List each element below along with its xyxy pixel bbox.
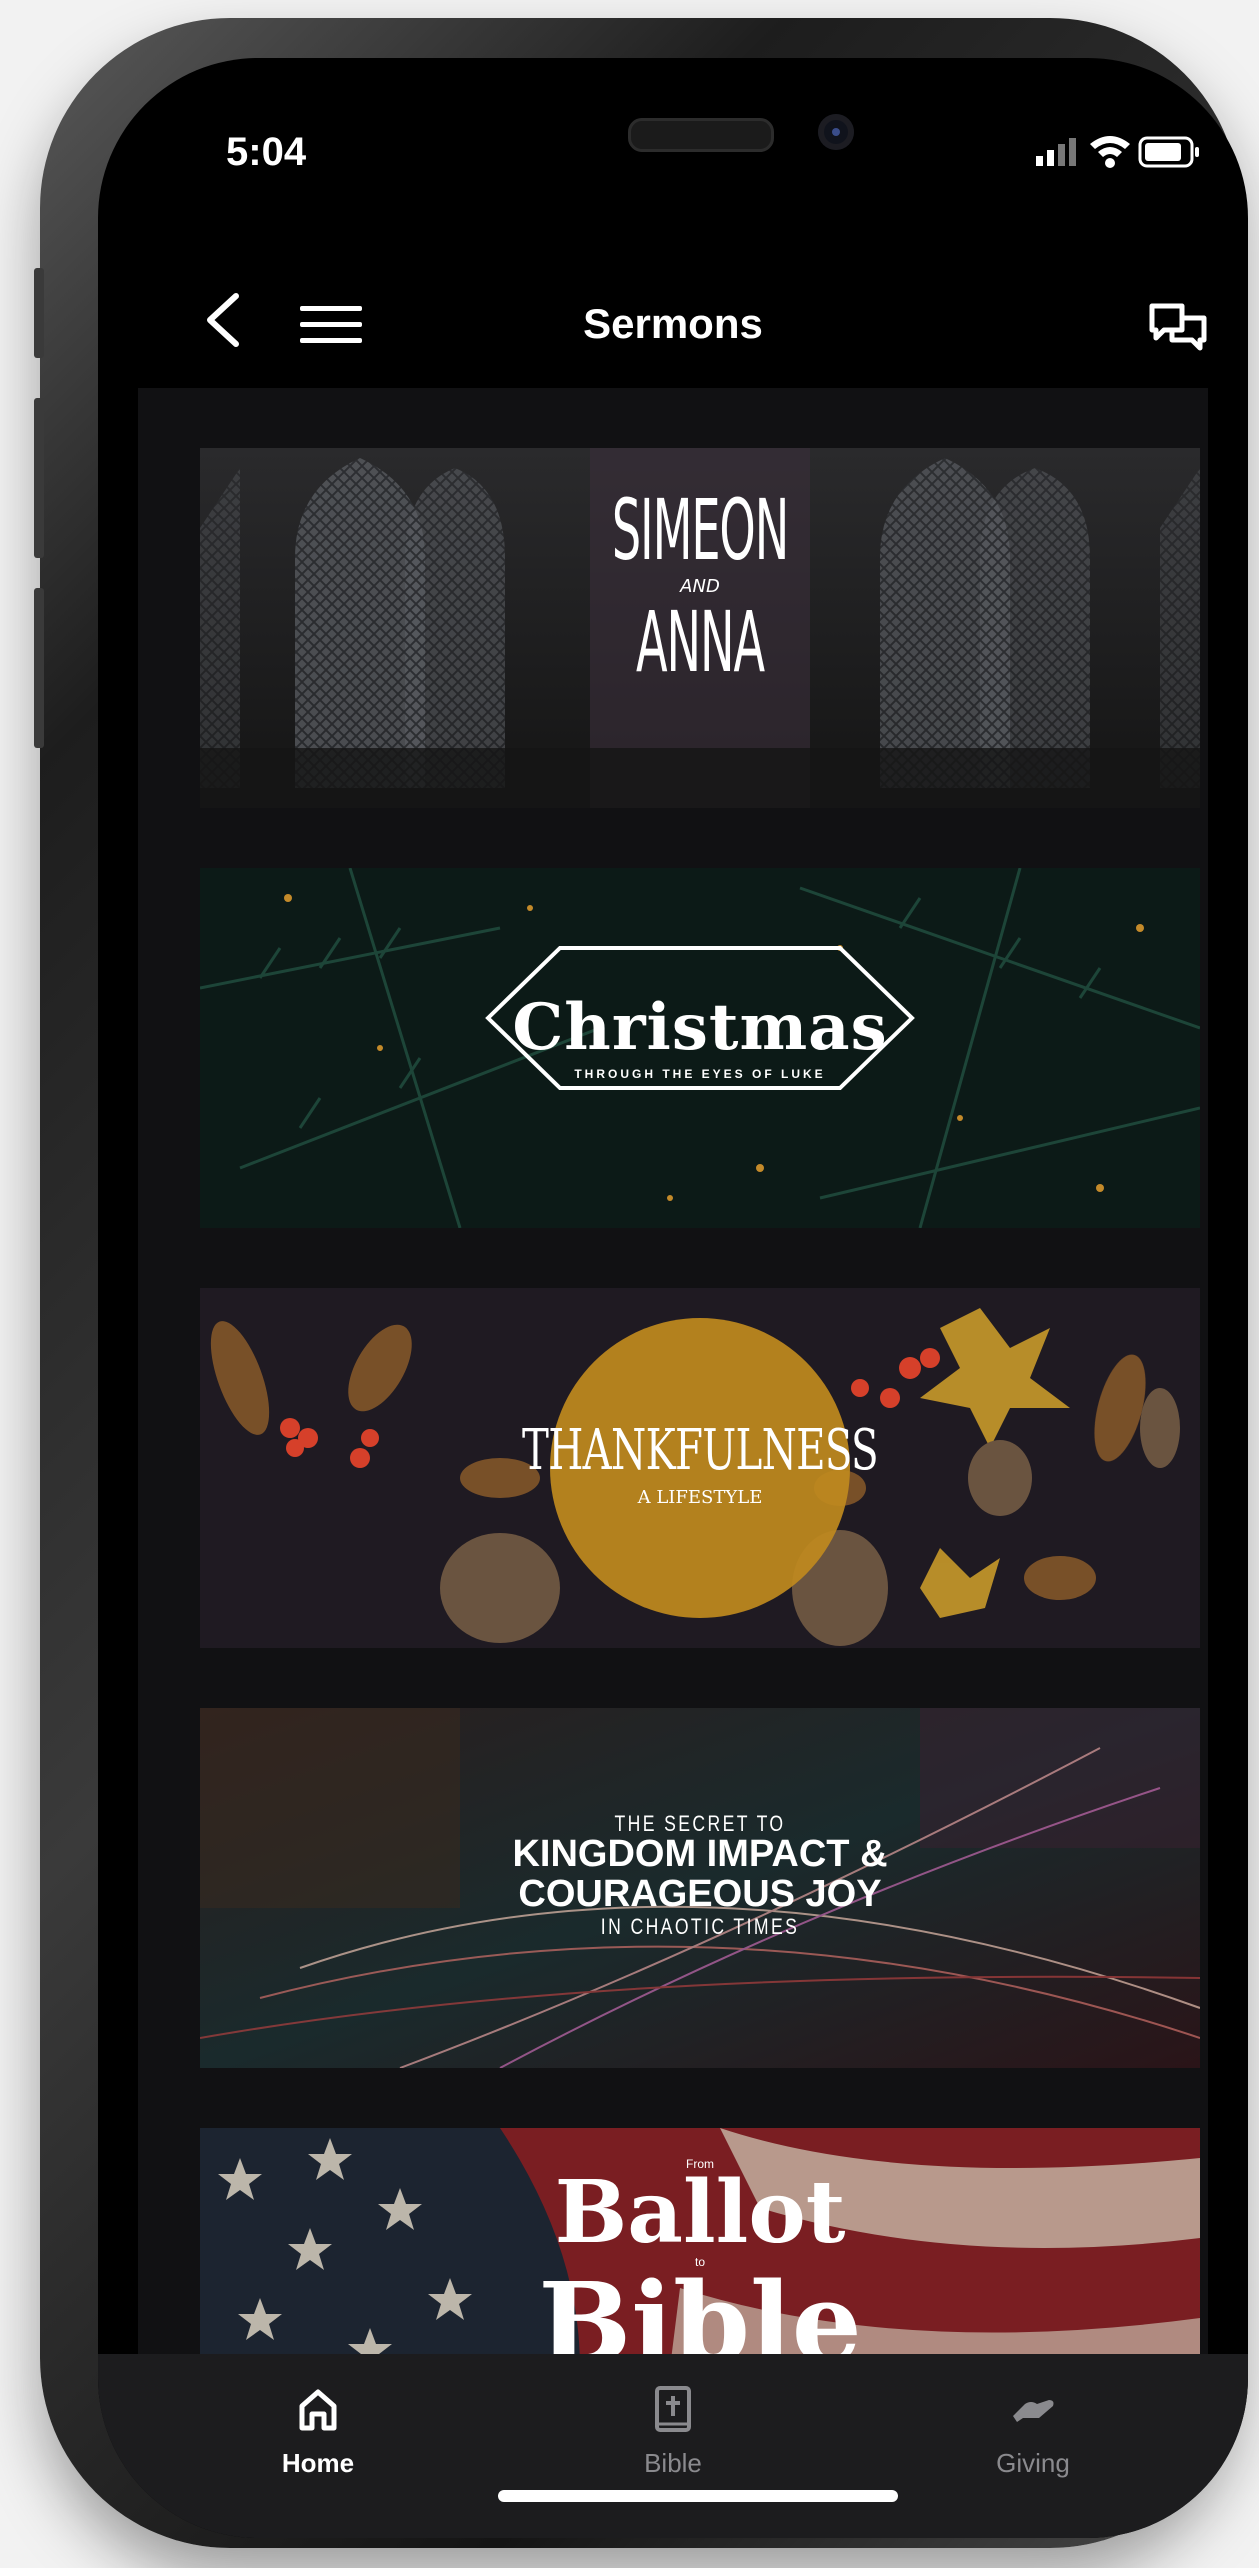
volume-down-button	[34, 588, 44, 748]
screen: 5:04 Sermons SIMEON AND ANNA Christmas T…	[98, 58, 1248, 2538]
sermon-title: Christmas THROUGH THE EYES OF LUKE	[512, 990, 888, 1081]
sermon-card-kingdom-impact[interactable]: THE SECRET TO KINGDOM IMPACT & COURAGEOU…	[200, 1708, 1200, 2068]
giving-icon	[1013, 2400, 1054, 2422]
sermon-title: THE SECRET TO KINGDOM IMPACT & COURAGEOU…	[512, 1811, 888, 1939]
tab-label: Giving	[996, 2448, 1070, 2478]
tab-bible[interactable]: Bible	[573, 2386, 773, 2479]
sermon-card-thankfulness[interactable]: THANKFULNESS A LIFESTYLE	[200, 1288, 1200, 1648]
tab-label: Home	[281, 2448, 355, 2478]
chat-icon[interactable]	[1148, 300, 1208, 356]
tab-home[interactable]: Home	[218, 2386, 418, 2479]
status-icons	[1036, 136, 1199, 168]
signal-icon	[1036, 138, 1076, 166]
volume-up-button	[34, 398, 44, 558]
sermon-title: THANKFULNESS A LIFESTYLE	[522, 1418, 879, 1508]
tab-bar: Home Bible Giving	[98, 2354, 1248, 2538]
sermon-card-simeon-anna[interactable]: SIMEON AND ANNA	[200, 448, 1200, 808]
page-title: Sermons	[583, 300, 763, 347]
sermon-title: SIMEON AND ANNA	[611, 481, 789, 691]
sermon-title: From Ballot to Bible	[538, 2157, 862, 2364]
earpiece-speaker	[628, 118, 774, 152]
battery-icon	[1138, 136, 1199, 168]
home-icon	[299, 2389, 337, 2431]
wifi-icon	[1090, 136, 1130, 168]
mute-switch	[34, 268, 44, 358]
tab-label: Bible	[644, 2448, 702, 2478]
phone-frame: 5:04 Sermons SIMEON AND ANNA Christmas T…	[34, 18, 1248, 2548]
sermon-list[interactable]: SIMEON AND ANNA Christmas THROUGH THE EY…	[138, 388, 1208, 2364]
home-indicator[interactable]	[498, 2490, 898, 2502]
front-camera	[818, 114, 854, 150]
tab-giving[interactable]: Giving	[933, 2386, 1133, 2479]
app-header: Sermons	[98, 238, 1248, 388]
sermon-card-christmas[interactable]: Christmas THROUGH THE EYES OF LUKE	[200, 868, 1200, 1228]
sermon-card-ballot-bible[interactable]: From Ballot to Bible	[200, 2128, 1200, 2364]
bible-icon	[655, 2386, 691, 2432]
status-time: 5:04	[226, 130, 307, 174]
